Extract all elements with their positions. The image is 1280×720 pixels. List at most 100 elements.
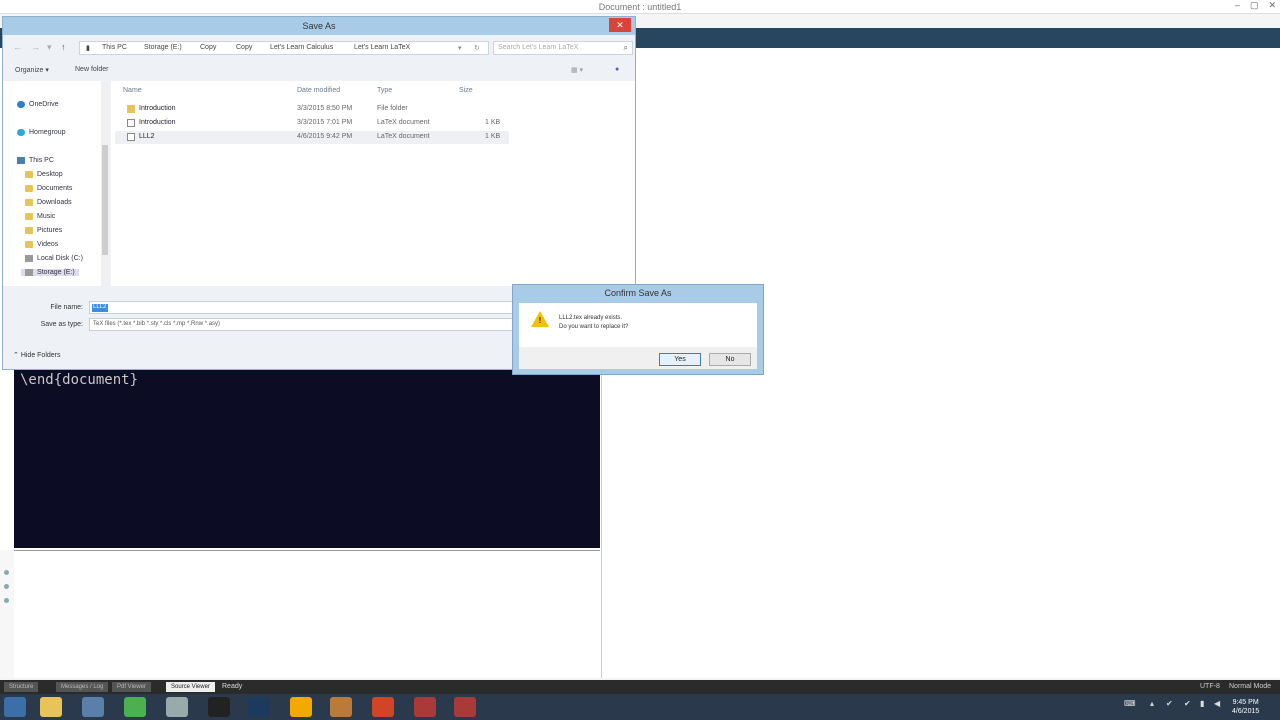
save-type-label: Save as type: xyxy=(40,321,83,328)
app-icon[interactable] xyxy=(454,697,476,717)
tray-check-icon[interactable]: ✔ xyxy=(1184,699,1191,708)
tray-chevron-icon[interactable]: ▴ xyxy=(1150,699,1154,708)
window-controls: – ▢ ✕ xyxy=(1235,0,1276,11)
nav-scrollbar[interactable] xyxy=(101,81,109,286)
folder-icon xyxy=(25,241,33,248)
mode-label: Normal Mode xyxy=(1229,683,1272,690)
app-icon[interactable] xyxy=(414,697,436,717)
recent-dropdown-icon[interactable]: ▾ xyxy=(47,42,52,53)
keyboard-icon[interactable]: ⌨ xyxy=(1124,699,1136,708)
breadcrumb-item[interactable]: Copy xyxy=(200,44,216,51)
search-placeholder: Search Let's Learn LaTeX xyxy=(498,44,579,51)
confirm-footer: Yes No xyxy=(519,347,757,369)
taskbar-clock[interactable]: 9:45 PM 4/6/2015 xyxy=(1232,698,1259,716)
close-window-button[interactable]: ✕ xyxy=(1268,0,1276,11)
nav-item-music[interactable]: Music xyxy=(25,213,55,220)
clock-date: 4/6/2015 xyxy=(1232,708,1260,715)
nav-item-homegroup[interactable]: Homegroup xyxy=(17,129,66,136)
nav-item-this-pc[interactable]: This PC xyxy=(17,157,54,164)
address-dropdown-icon[interactable]: ▾ xyxy=(458,44,462,52)
file-name-input[interactable]: LLL2 xyxy=(89,301,513,314)
nav-item-downloads[interactable]: Downloads xyxy=(25,199,72,206)
nav-item-pictures[interactable]: Pictures xyxy=(25,227,62,234)
editor-line: \end{document} xyxy=(20,372,139,388)
confirm-message-line1: LLL2.tex already exists. xyxy=(559,315,623,321)
back-icon[interactable]: ← xyxy=(13,42,22,52)
nav-item-onedrive[interactable]: OneDrive xyxy=(17,101,59,108)
file-explorer-icon[interactable] xyxy=(40,697,62,717)
breadcrumb-item[interactable]: Let's Learn LaTeX xyxy=(354,44,410,51)
column-header-size[interactable]: Size xyxy=(459,87,473,94)
warning-exclamation-icon: ! xyxy=(538,316,542,325)
file-list: Name Date modified Type Size Introductio… xyxy=(111,81,635,286)
nav-item-label: This PC xyxy=(29,157,54,164)
scrollbar-thumb[interactable] xyxy=(102,145,108,255)
confirm-title: Confirm Save As xyxy=(604,288,672,298)
gutter-marker-icon xyxy=(4,598,9,603)
file-row[interactable]: Introduction 3/3/2015 7:01 PM LaTeX docu… xyxy=(115,117,509,130)
tab-source-viewer[interactable]: Source Viewer xyxy=(166,682,215,692)
help-icon[interactable]: ● xyxy=(615,66,619,73)
close-button[interactable]: ✕ xyxy=(609,18,631,32)
tab-structure[interactable]: Structure xyxy=(4,682,39,692)
tray-check-icon[interactable]: ✔ xyxy=(1166,699,1173,708)
new-folder-button[interactable]: New folder xyxy=(75,66,108,73)
search-icon: ⌕ xyxy=(623,43,628,52)
file-row[interactable]: LLL2 4/6/2015 9:42 PM LaTeX document 1 K… xyxy=(115,131,509,144)
tex-file-icon xyxy=(127,133,135,141)
address-bar[interactable]: ▮ This PC Storage (E:) Copy Copy Let's L… xyxy=(79,41,489,55)
minimize-button[interactable]: – xyxy=(1235,0,1240,11)
powerpoint-icon[interactable] xyxy=(372,697,394,717)
no-button[interactable]: No xyxy=(709,353,751,366)
folder-icon xyxy=(25,185,33,192)
refresh-icon[interactable]: ↻ xyxy=(474,44,480,52)
code-editor[interactable]: \end{document} xyxy=(14,370,600,548)
chrome-icon[interactable] xyxy=(124,697,146,717)
tab-pdf-viewer[interactable]: Pdf Viewer xyxy=(112,682,151,692)
app-icon[interactable] xyxy=(82,697,104,717)
obs-icon[interactable] xyxy=(208,697,230,717)
column-header-name[interactable]: Name xyxy=(123,87,142,94)
computer-icon xyxy=(17,157,25,164)
file-size: 1 KB xyxy=(485,133,501,140)
network-icon[interactable]: ▮ xyxy=(1200,699,1204,708)
breadcrumb-item[interactable]: Let's Learn Calculus xyxy=(270,44,333,51)
organize-button[interactable]: Organize ▾ xyxy=(15,66,49,74)
maximize-button[interactable]: ▢ xyxy=(1250,0,1259,11)
start-icon[interactable] xyxy=(4,697,26,717)
column-header-date[interactable]: Date modified xyxy=(297,87,340,94)
nav-item-label: Homegroup xyxy=(29,129,66,136)
up-icon[interactable]: ↑ xyxy=(61,42,66,52)
forward-icon[interactable]: → xyxy=(31,42,40,52)
column-header-type[interactable]: Type xyxy=(377,87,392,94)
nav-item-desktop[interactable]: Desktop xyxy=(25,171,63,178)
breadcrumb-item[interactable]: Copy xyxy=(236,44,252,51)
log-panel[interactable] xyxy=(14,550,600,678)
tab-messages[interactable]: Messages / Log xyxy=(56,682,109,692)
nav-item-storage[interactable]: Storage (E:) xyxy=(21,269,79,276)
file-name: LLL2 xyxy=(139,133,155,140)
navigation-pane: OneDrive Homegroup This PC Desktop Docum… xyxy=(3,81,101,286)
nav-item-documents[interactable]: Documents xyxy=(25,185,72,192)
nav-item-local-disk[interactable]: Local Disk (C:) xyxy=(25,255,83,262)
file-date: 3/3/2015 7:01 PM xyxy=(297,119,353,126)
search-input[interactable]: Search Let's Learn LaTeX ⌕ xyxy=(493,41,633,55)
nav-item-videos[interactable]: Videos xyxy=(25,241,58,248)
file-date: 3/3/2015 8:50 PM xyxy=(297,105,353,112)
breadcrumb-item[interactable]: This PC xyxy=(102,44,127,51)
gutter-marker-icon xyxy=(4,570,9,575)
texmaker-icon[interactable] xyxy=(166,697,188,717)
drive-icon xyxy=(25,269,33,276)
command-bar: Organize ▾ New folder ▦ ▾ ● xyxy=(3,63,635,79)
hide-folders-button[interactable]: ⌃ Hide Folders xyxy=(13,351,61,359)
file-row[interactable]: Introduction 3/3/2015 8:50 PM File folde… xyxy=(115,103,509,116)
save-type-select[interactable]: TeX files (*.tex *.bib *.sty *.cls *.mp … xyxy=(89,318,513,331)
audio-app-icon[interactable] xyxy=(290,697,312,717)
encoding-label: UTF-8 xyxy=(1200,683,1220,690)
volume-icon[interactable]: ◀ xyxy=(1214,699,1220,708)
yes-button[interactable]: Yes xyxy=(659,353,701,366)
app-icon[interactable] xyxy=(330,697,352,717)
view-options-icon[interactable]: ▦ ▾ xyxy=(571,66,583,74)
steam-icon[interactable] xyxy=(248,697,270,717)
breadcrumb-item[interactable]: Storage (E:) xyxy=(144,44,182,51)
